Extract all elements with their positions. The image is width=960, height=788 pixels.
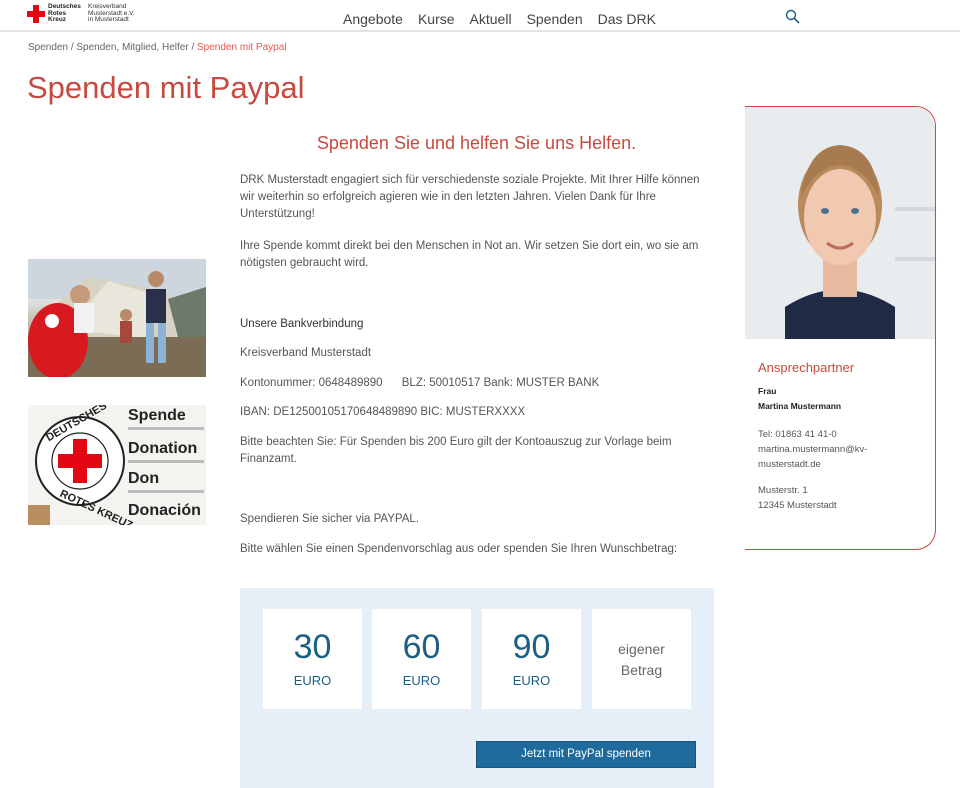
donation-currency: EURO	[512, 673, 551, 688]
contact-name: Martina Mustermann	[758, 401, 842, 411]
donation-banner-photo: DEUTSCHES ROTES KREUZ Spende Donation Do…	[28, 405, 206, 525]
contact-email-line1[interactable]: martina.mustermann@kv-	[758, 443, 867, 457]
breadcrumb-current: Spenden mit Paypal	[197, 42, 287, 53]
banner-word-donacion: Donación	[128, 502, 201, 519]
nav-item-aktuell[interactable]: Aktuell	[470, 11, 512, 27]
donation-banner-illustration: DEUTSCHES ROTES KREUZ Spende Donation Do…	[28, 405, 206, 525]
intro-text-2: Ihre Spende kommt direkt bei den Mensche…	[240, 240, 699, 269]
drk-logo[interactable]: Deutsches Rotes Kreuz Kreisverband Muste…	[27, 3, 140, 24]
donation-option-90[interactable]: 90 EURO	[482, 609, 581, 709]
custom-amount-label-1: eigener	[618, 641, 665, 657]
banner-word-donation: Donation	[128, 440, 197, 457]
contact-heading: Ansprechpartner	[758, 360, 855, 375]
contact-salutation: Frau	[758, 386, 777, 396]
breadcrumb: Spenden / Spenden, Mitglied, Helfer / Sp…	[28, 42, 287, 53]
donation-currency: EURO	[402, 673, 441, 688]
donation-option-custom[interactable]: eigener Betrag	[592, 609, 691, 709]
donation-amount: 90	[512, 628, 551, 666]
relief-photo-illustration	[28, 259, 206, 377]
contact-street: Musterstr. 1	[758, 485, 808, 496]
choose-amount-text: Bitte wählen Sie einen Spendenvorschlag …	[240, 543, 678, 555]
nav-item-kurse[interactable]: Kurse	[418, 11, 455, 27]
logo-org-name: Deutsches Rotes Kreuz	[48, 3, 81, 23]
contact-city: 12345 Musterstadt	[758, 500, 837, 511]
banner-word-spende: Spende	[128, 407, 186, 424]
donation-currency: EURO	[293, 673, 332, 688]
banner-word-don: Don	[128, 470, 159, 487]
donation-option-60[interactable]: 60 EURO	[372, 609, 471, 709]
contact-phone[interactable]: Tel: 01863 41 41-0	[758, 428, 837, 442]
bank-name: Kreisverband Musterstadt	[240, 347, 372, 359]
red-cross-icon	[27, 5, 45, 23]
bank-iban: IBAN: DE12500105170648489890 BIC: MUSTER…	[240, 406, 526, 418]
custom-amount-label-2: Betrag	[620, 662, 663, 678]
donation-box: 30 EURO 60 EURO 90 EURO eigener Betrag J…	[240, 588, 714, 788]
donation-option-30[interactable]: 30 EURO	[263, 609, 362, 709]
nav-item-spenden[interactable]: Spenden	[527, 11, 583, 27]
paypal-donate-button[interactable]: Jetzt mit PayPal spenden	[476, 741, 696, 768]
search-icon[interactable]	[785, 9, 800, 24]
nav-item-angebote[interactable]: Angebote	[343, 11, 403, 27]
contact-portrait	[745, 107, 935, 339]
paypal-info: Spendieren Sie sicher via PAYPAL.	[240, 513, 419, 525]
contact-card: Ansprechpartner Frau Martina Mustermann …	[745, 106, 936, 550]
relief-worker-photo	[28, 259, 206, 377]
nav-item-das-drk[interactable]: Das DRK	[598, 11, 656, 27]
intro-text: DRK Musterstadt engagiert sich für versc…	[240, 174, 700, 220]
site-header: Deutsches Rotes Kreuz Kreisverband Muste…	[0, 0, 960, 32]
main-nav: Angebote Kurse Aktuell Spenden Das DRK	[343, 11, 671, 27]
donation-amount: 30	[293, 628, 332, 666]
breadcrumb-trail[interactable]: Spenden / Spenden, Mitglied, Helfer /	[28, 42, 197, 53]
portrait-illustration	[745, 107, 935, 339]
logo-kv-name: Kreisverband Musterstadt e.V. in Musters…	[88, 3, 135, 23]
tax-note: Bitte beachten Sie: Für Spenden bis 200 …	[240, 436, 672, 465]
section-subheading: Spenden Sie und helfen Sie uns Helfen.	[316, 133, 637, 153]
donation-amount: 60	[402, 628, 441, 666]
bank-account: Kontonummer: 0648489890 BLZ: 50010517 Ba…	[240, 377, 600, 389]
contact-email-line2[interactable]: musterstadt.de	[758, 458, 821, 472]
page-title: Spenden mit Paypal	[27, 70, 305, 105]
bank-heading: Unsere Bankverbindung	[240, 318, 364, 330]
